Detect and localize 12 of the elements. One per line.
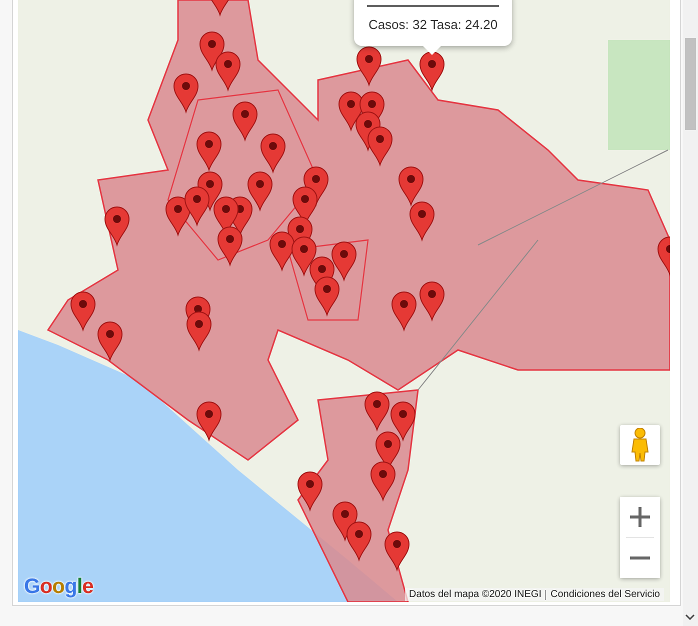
chevron-down-icon[interactable] xyxy=(685,614,695,620)
scrollbar-thumb[interactable] xyxy=(685,38,696,130)
terms-link[interactable]: Condiciones del Servicio xyxy=(550,589,660,600)
info-text: Casos: 32 Tasa: 24.20 xyxy=(368,17,498,32)
plus-icon xyxy=(630,507,650,527)
scrollbar[interactable] xyxy=(683,0,698,626)
minus-icon xyxy=(630,556,650,560)
map-attribution: Datos del mapa ©2020 INEGI xyxy=(409,589,542,600)
street-view-button[interactable] xyxy=(620,425,660,465)
person-icon xyxy=(631,428,649,462)
zoom-in-button[interactable] xyxy=(620,497,660,537)
zoom-out-button[interactable] xyxy=(620,538,660,578)
